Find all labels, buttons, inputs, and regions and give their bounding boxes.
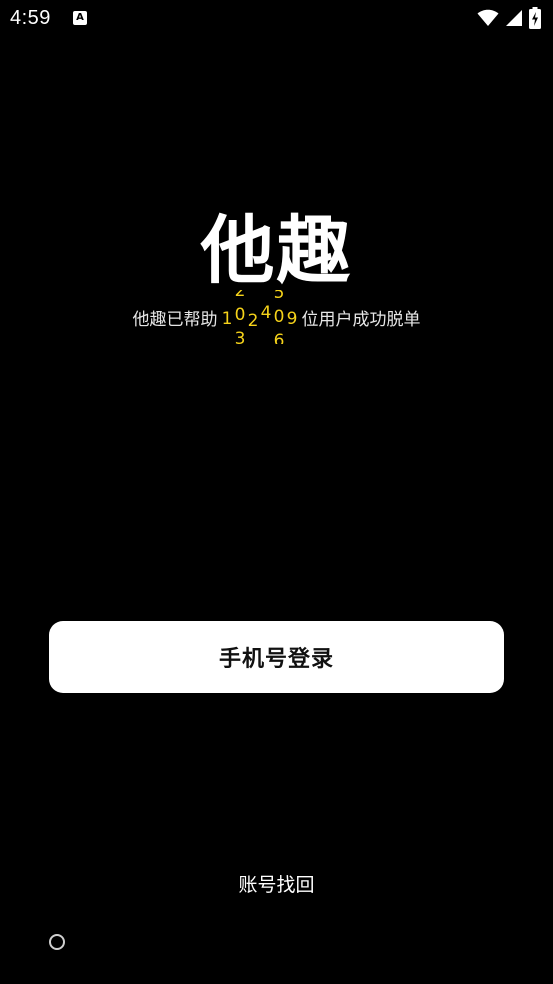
app-logo: 他趣 bbox=[200, 208, 353, 294]
counter-digit-mid: 1 bbox=[221, 309, 233, 329]
counter-digit: 4 bbox=[260, 290, 273, 344]
phone-login-button[interactable]: 手机号登录 bbox=[49, 621, 504, 693]
home-indicator-icon[interactable] bbox=[49, 934, 65, 950]
counter-digit-top: 2 bbox=[234, 290, 246, 301]
counter-digit-mid: 0 bbox=[273, 307, 285, 327]
battery-charging-icon bbox=[529, 7, 541, 29]
status-icons bbox=[477, 7, 541, 29]
counter-digit: 5 0 6 bbox=[273, 290, 286, 344]
a-icon: A bbox=[73, 11, 87, 25]
counter-digit: 2 bbox=[247, 290, 260, 344]
counter-digit-mid: 2 bbox=[247, 311, 259, 331]
tagline-suffix: 位用户成功脱单 bbox=[301, 309, 421, 330]
counter-digit-mid: 9 bbox=[286, 309, 298, 329]
counter-digit-mid: 4 bbox=[260, 303, 272, 323]
counter-digit-bot: 3 bbox=[234, 329, 246, 344]
counter-digit: 9 bbox=[286, 290, 299, 344]
counter-digit-bot: 6 bbox=[273, 331, 285, 344]
counter-digit-top: 5 bbox=[273, 290, 285, 303]
account-recovery-link[interactable]: 账号找回 bbox=[0, 870, 553, 897]
signal-icon bbox=[506, 10, 522, 26]
counter-digit: 1 bbox=[221, 290, 234, 344]
counter-digit-mid: 0 bbox=[234, 305, 246, 325]
tagline: 他趣已帮助 1203245069 位用户成功脱单 bbox=[0, 290, 553, 344]
tagline-prefix: 他趣已帮助 bbox=[132, 309, 218, 330]
wifi-icon bbox=[477, 9, 499, 26]
status-bar: 4:59 A bbox=[0, 0, 553, 38]
status-time: 4:59 bbox=[10, 7, 51, 29]
user-counter: 1203245069 bbox=[221, 290, 299, 344]
counter-digit: 2 0 3 bbox=[234, 290, 247, 344]
